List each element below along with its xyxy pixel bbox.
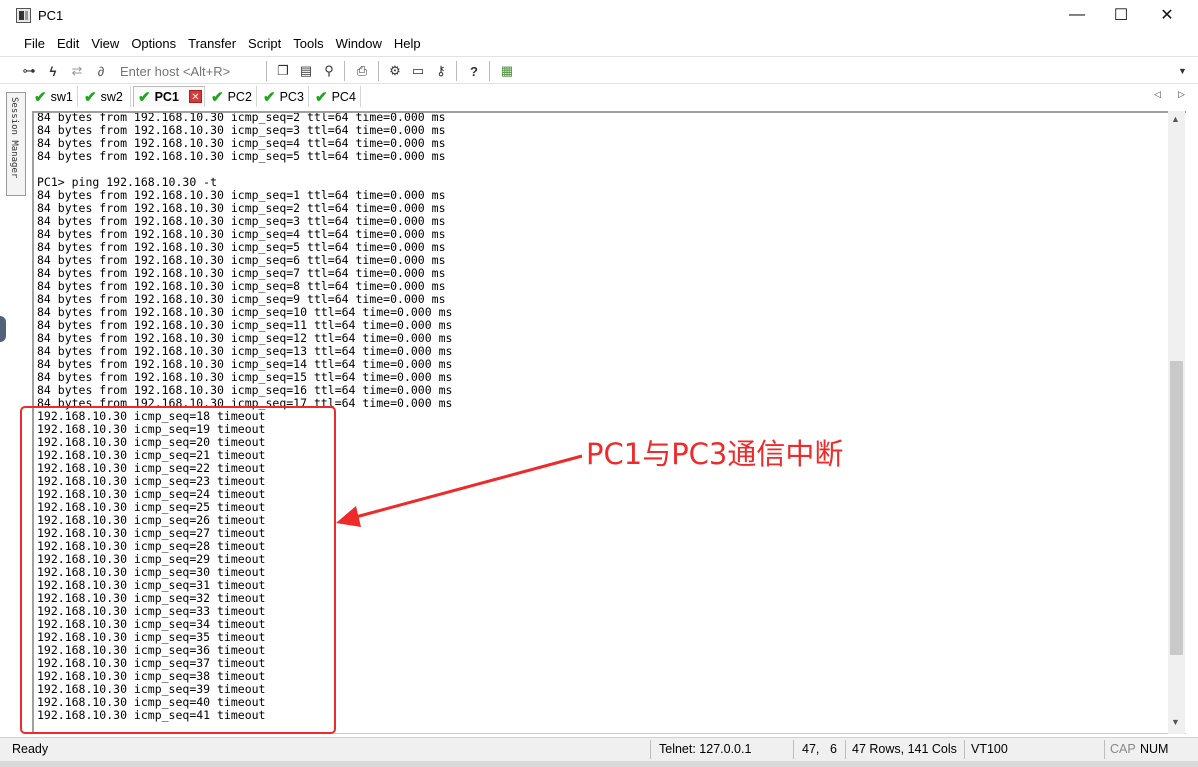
window-bottom-edge xyxy=(0,761,1198,767)
status-separator xyxy=(964,740,965,759)
close-window-button[interactable]: ✕ xyxy=(1144,0,1190,30)
connected-check-icon: ✔ xyxy=(84,88,97,106)
menu-help[interactable]: Help xyxy=(394,36,421,51)
background-window-edge xyxy=(0,316,6,342)
terminal-output: 84 bytes from 192.168.10.30 icmp_seq=2 t… xyxy=(37,113,452,722)
menu-edit[interactable]: Edit xyxy=(57,36,79,51)
scroll-up-icon[interactable]: ▲ xyxy=(1171,114,1180,124)
menu-script[interactable]: Script xyxy=(248,36,281,51)
status-separator xyxy=(1104,740,1105,759)
title-bar: PC1 — ☐ ✕ xyxy=(0,0,1198,32)
connected-check-icon: ✔ xyxy=(138,89,151,106)
tab-label: sw2 xyxy=(100,89,123,104)
tab-label: PC1 xyxy=(154,90,179,104)
paste-icon[interactable]: ▤ xyxy=(297,62,315,80)
host-input[interactable] xyxy=(114,60,262,82)
menu-transfer[interactable]: Transfer xyxy=(188,36,236,51)
key-icon[interactable]: ⚷ xyxy=(432,62,450,80)
status-ready: Ready xyxy=(12,742,49,756)
toolbar: ⊶ ϟ ⇄ ∂ ❐ ▤ ⚲ ⎙ ⚙ ▭ ⚷ ? ▦ ▼ xyxy=(0,56,1198,84)
tab-pc3[interactable]: ✔ PC3 xyxy=(259,86,309,107)
status-bar: Ready Telnet: 127.0.0.1 47, 6 47 Rows, 1… xyxy=(0,737,1198,761)
toolbar-separator xyxy=(266,61,267,81)
connected-check-icon: ✔ xyxy=(211,88,224,106)
status-size: 47 Rows, 141 Cols xyxy=(852,742,957,756)
terminal-line: 84 bytes from 192.168.10.30 icmp_seq=5 t… xyxy=(37,149,446,163)
sftp-icon[interactable]: ▦ xyxy=(498,62,516,80)
toolbar-separator xyxy=(456,61,457,81)
tab-pc4[interactable]: ✔ PC4 xyxy=(311,86,361,107)
status-terminal-type: VT100 xyxy=(971,742,1008,756)
tab-label: PC3 xyxy=(279,89,304,104)
maximize-button[interactable]: ☐ xyxy=(1098,0,1144,30)
menu-view[interactable]: View xyxy=(91,36,119,51)
tab-label: sw1 xyxy=(50,89,73,104)
print-icon[interactable]: ⎙ xyxy=(353,62,371,80)
toolbar-separator xyxy=(344,61,345,81)
status-cursor-row: 47, xyxy=(802,742,820,756)
tab-label: PC2 xyxy=(227,89,252,104)
tab-scroll-left-icon[interactable]: ◁ xyxy=(1154,89,1161,100)
help-icon[interactable]: ? xyxy=(465,62,483,80)
menu-tools[interactable]: Tools xyxy=(293,36,323,51)
tab-close-icon[interactable]: ✕ xyxy=(189,90,202,103)
disconnect-icon[interactable]: ∂ xyxy=(92,62,110,80)
status-separator xyxy=(793,740,794,759)
menu-bar: File Edit View Options Transfer Script T… xyxy=(0,32,1198,54)
toolbar-separator xyxy=(378,61,379,81)
minimize-button[interactable]: — xyxy=(1054,0,1100,30)
session-manager-panel[interactable]: Session Manager xyxy=(6,92,26,196)
status-caps-lock: CAP xyxy=(1110,742,1136,756)
lightning-icon[interactable]: ϟ xyxy=(44,62,62,80)
scroll-thumb[interactable] xyxy=(1170,361,1183,655)
session-tab-bar: ✔ sw1 ✔ sw2 ✔ PC1 ✕ ✔ PC2 ✔ PC3 ✔ PC4 ◁ … xyxy=(30,85,1198,107)
toolbar-separator xyxy=(489,61,490,81)
connected-check-icon: ✔ xyxy=(34,88,47,106)
status-connection: Telnet: 127.0.0.1 xyxy=(659,742,752,756)
menu-file[interactable]: File xyxy=(24,36,45,51)
menu-options[interactable]: Options xyxy=(131,36,176,51)
vertical-scrollbar[interactable]: ▲ ▼ xyxy=(1168,111,1185,734)
copy-icon[interactable]: ❐ xyxy=(274,62,292,80)
annotation-label: PC1与PC3通信中断 xyxy=(586,437,844,471)
session-manager-label: Session Manager xyxy=(9,97,19,179)
terminal-view[interactable]: 84 bytes from 192.168.10.30 icmp_seq=2 t… xyxy=(32,111,1186,734)
app-window-icon xyxy=(16,8,31,23)
status-separator xyxy=(845,740,846,759)
toolbar-overflow-icon[interactable]: ▼ xyxy=(1178,66,1187,76)
window-title: PC1 xyxy=(38,8,64,23)
menu-window[interactable]: Window xyxy=(336,36,382,51)
settings-icon[interactable]: ⚙ xyxy=(386,62,404,80)
find-icon[interactable]: ⚲ xyxy=(320,62,338,80)
status-num-lock: NUM xyxy=(1140,742,1169,756)
tab-pc2[interactable]: ✔ PC2 xyxy=(207,86,257,107)
scroll-down-icon[interactable]: ▼ xyxy=(1171,717,1180,727)
connected-check-icon: ✔ xyxy=(263,88,276,106)
connect-icon[interactable]: ⊶ xyxy=(20,62,38,80)
reconnect-icon[interactable]: ⇄ xyxy=(68,62,86,80)
tab-sw1[interactable]: ✔ sw1 xyxy=(30,86,78,107)
tab-sw2[interactable]: ✔ sw2 xyxy=(80,86,131,107)
keymap-icon[interactable]: ▭ xyxy=(409,62,427,80)
status-cursor-col: 6 xyxy=(830,742,837,756)
status-separator xyxy=(650,740,651,759)
connected-check-icon: ✔ xyxy=(315,88,328,106)
tab-scroll-right-icon[interactable]: ▷ xyxy=(1178,89,1185,100)
terminal-line: 192.168.10.30 icmp_seq=41 timeout xyxy=(37,708,266,722)
tab-label: PC4 xyxy=(331,89,356,104)
